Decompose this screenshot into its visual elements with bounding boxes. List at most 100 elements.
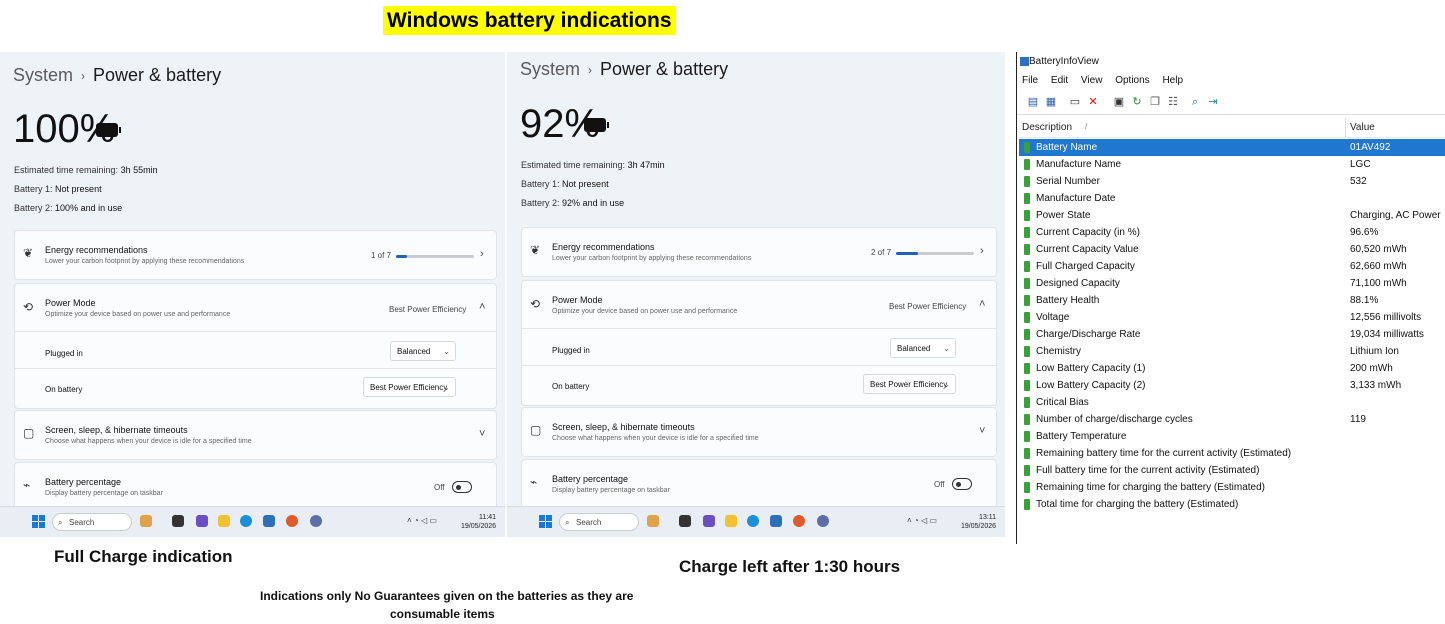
property-name: Manufacture Name: [1036, 159, 1122, 170]
screen-sleep-card[interactable]: ▢ Screen, sleep, & hibernate timeouts Ch…: [14, 410, 497, 460]
energy-progress: [396, 255, 474, 258]
chevron-up-icon[interactable]: ˄: [479, 301, 485, 313]
plugged-in-dropdown[interactable]: Balanced ⌄: [890, 338, 956, 358]
taskbar-clock[interactable]: 11:41 19/05/2026: [461, 513, 496, 531]
store-icon[interactable]: [770, 515, 782, 527]
table-row[interactable]: Battery Temperature: [1019, 428, 1445, 445]
table-row[interactable]: Battery Health 88.1%: [1019, 292, 1445, 309]
edge-icon[interactable]: [747, 515, 759, 527]
column-separator[interactable]: [1345, 118, 1346, 137]
table-row[interactable]: Critical Bias: [1019, 394, 1445, 411]
menu-file[interactable]: File: [1022, 75, 1038, 86]
property-name: Number of charge/discharge cycles: [1036, 414, 1193, 425]
window-title: BatteryInfoView: [1029, 56, 1099, 67]
batteryinfoview-window: BatteryInfoView File Edit View Options H…: [1016, 52, 1445, 544]
task-view-icon[interactable]: [172, 515, 184, 527]
chrome-icon[interactable]: [793, 515, 805, 527]
table-row[interactable]: Remaining time for charging the battery …: [1019, 479, 1445, 496]
chevron-right-icon: ›: [81, 69, 86, 84]
summary-icon[interactable]: ▦: [1045, 96, 1057, 109]
property-name: Remaining time for charging the battery …: [1036, 482, 1265, 493]
on-battery-dropdown[interactable]: Best Power Efficiency ⌄: [863, 374, 956, 394]
menu-view[interactable]: View: [1081, 75, 1103, 86]
windows-start-icon[interactable]: [32, 515, 45, 528]
battery-percentage-toggle[interactable]: [952, 478, 972, 490]
settings-gear-icon[interactable]: [310, 515, 322, 527]
plugged-in-dropdown[interactable]: Balanced ⌄: [390, 341, 456, 361]
store-icon[interactable]: [263, 515, 275, 527]
file-explorer-icon[interactable]: [218, 515, 230, 527]
refresh-icon[interactable]: ↻: [1131, 96, 1143, 109]
battery-icon: [1024, 397, 1030, 408]
table-row[interactable]: Remaining battery time for the current a…: [1019, 445, 1445, 462]
table-row[interactable]: Current Capacity (in %) 96.6%: [1019, 224, 1445, 241]
table-row[interactable]: Current Capacity Value 60,520 mWh: [1019, 241, 1445, 258]
table-row[interactable]: Total time for charging the battery (Est…: [1019, 496, 1445, 513]
menu-help[interactable]: Help: [1162, 75, 1183, 86]
find-icon[interactable]: ⌕: [1189, 96, 1201, 109]
widgets-icon[interactable]: [140, 515, 152, 527]
energy-recommendations-card[interactable]: ❦ Energy recommendations Lower your carb…: [521, 227, 997, 277]
breadcrumb-system[interactable]: System: [13, 65, 73, 85]
table-row[interactable]: Manufacture Date: [1019, 190, 1445, 207]
tray-icons[interactable]: ˄ ◔ ◁ ▭: [907, 516, 937, 525]
page-title: Power & battery: [600, 59, 729, 79]
table-row[interactable]: Full battery time for the current activi…: [1019, 462, 1445, 479]
property-name: Designed Capacity: [1036, 278, 1120, 289]
menu-edit[interactable]: Edit: [1051, 75, 1068, 86]
delete-icon[interactable]: ✕: [1087, 96, 1099, 109]
battery-icon: [1024, 499, 1030, 510]
screen-sleep-card[interactable]: ▢ Screen, sleep, & hibernate timeouts Ch…: [521, 407, 997, 457]
menu-options[interactable]: Options: [1115, 75, 1149, 86]
table-row[interactable]: Serial Number 532: [1019, 173, 1445, 190]
table-row[interactable]: Charge/Discharge Rate 19,034 milliwatts: [1019, 326, 1445, 343]
table-row[interactable]: Full Charged Capacity 62,660 mWh: [1019, 258, 1445, 275]
battery-icon: [1024, 261, 1030, 272]
teams-icon[interactable]: [196, 515, 208, 527]
settings-gear-icon[interactable]: [817, 515, 829, 527]
taskbar-clock[interactable]: 13:11 19/05/2026: [961, 513, 996, 531]
edge-icon[interactable]: [240, 515, 252, 527]
property-value: Charging, AC Power: [1350, 210, 1441, 221]
property-name: Battery Temperature: [1036, 431, 1127, 442]
energy-recommendations-card[interactable]: ❦ Energy recommendations Lower your carb…: [14, 230, 497, 280]
table-row[interactable]: Power State Charging, AC Power: [1019, 207, 1445, 224]
task-view-icon[interactable]: [679, 515, 691, 527]
chevron-right-icon: ›: [980, 245, 984, 257]
properties-icon[interactable]: ▤: [1027, 96, 1039, 109]
chrome-icon[interactable]: [286, 515, 298, 527]
windows-start-icon[interactable]: [539, 515, 552, 528]
property-name: Critical Bias: [1036, 397, 1089, 408]
page-title: Power & battery: [93, 65, 222, 85]
battery-icon: [1024, 329, 1030, 340]
table-row[interactable]: Designed Capacity 71,100 mWh: [1019, 275, 1445, 292]
window-icon[interactable]: ▭: [1069, 96, 1081, 109]
table-row[interactable]: Manufacture Name LGC: [1019, 156, 1445, 173]
table-row[interactable]: Battery Name 01AV492: [1019, 139, 1445, 156]
widgets-icon[interactable]: [647, 515, 659, 527]
copy-icon[interactable]: ❐: [1149, 96, 1161, 109]
battery-2-status: Battery 2: 92% and in use: [521, 198, 625, 208]
table-row[interactable]: Low Battery Capacity (1) 200 mWh: [1019, 360, 1445, 377]
energy-progress-fill: [896, 252, 918, 255]
teams-icon[interactable]: [703, 515, 715, 527]
on-battery-dropdown[interactable]: Best Power Efficiency ⌄: [363, 377, 456, 397]
chevron-up-icon[interactable]: ˄: [979, 298, 985, 310]
save-icon[interactable]: ▣: [1113, 96, 1125, 109]
table-row[interactable]: Low Battery Capacity (2) 3,133 mWh: [1019, 377, 1445, 394]
table-row[interactable]: Number of charge/discharge cycles 119: [1019, 411, 1445, 428]
file-explorer-icon[interactable]: [725, 515, 737, 527]
taskbar-search[interactable]: ⌕ Search: [52, 513, 132, 531]
battery-icon: [1024, 176, 1030, 187]
tray-icons[interactable]: ˄ ◔ ◁ ▭: [407, 516, 437, 525]
energy-progress-fill: [396, 255, 407, 258]
col-description[interactable]: Description: [1022, 122, 1072, 133]
options-icon[interactable]: ☷: [1167, 96, 1179, 109]
taskbar-search[interactable]: ⌕ Search: [559, 513, 639, 531]
battery-percentage-toggle[interactable]: [452, 481, 472, 493]
table-row[interactable]: Chemistry Lithium Ion: [1019, 343, 1445, 360]
breadcrumb-system[interactable]: System: [520, 59, 580, 79]
table-row[interactable]: Voltage 12,556 millivolts: [1019, 309, 1445, 326]
exit-icon[interactable]: ⇥: [1207, 96, 1219, 109]
col-value[interactable]: Value: [1350, 122, 1375, 133]
